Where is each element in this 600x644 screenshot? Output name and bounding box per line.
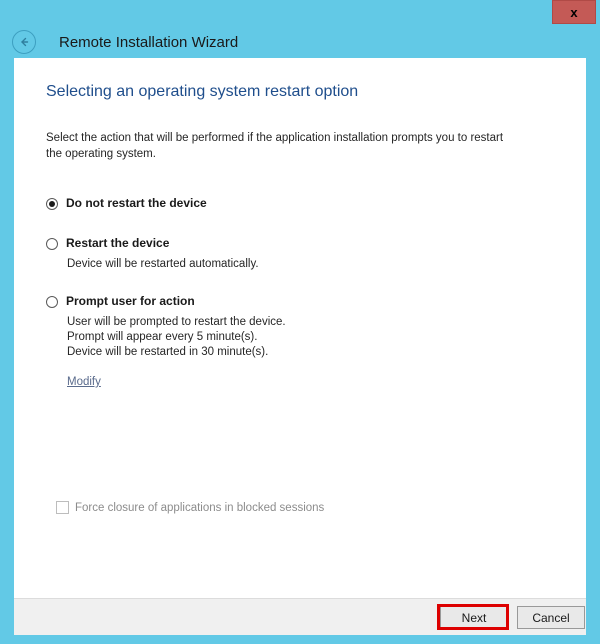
checkbox-icon-force-closure[interactable] xyxy=(56,501,69,514)
force-closure-label: Force closure of applications in blocked… xyxy=(75,501,325,514)
option-prompt-user[interactable]: Prompt user for action User will be prom… xyxy=(46,294,526,390)
option-label-do-not-restart: Do not restart the device xyxy=(66,196,207,210)
instruction-text: Select the action that will be performed… xyxy=(46,132,504,160)
content-panel: Selecting an operating system restart op… xyxy=(14,58,586,598)
radio-icon-prompt-user[interactable] xyxy=(46,296,58,308)
description-line: Device will be restarted in 30 minute(s)… xyxy=(67,346,269,358)
close-button[interactable]: x xyxy=(552,0,596,24)
option-label-prompt-user: Prompt user for action xyxy=(66,294,195,308)
option-do-not-restart[interactable]: Do not restart the device xyxy=(46,196,526,211)
option-label-restart-device: Restart the device xyxy=(66,236,170,250)
window-title: Remote Installation Wizard xyxy=(59,33,239,51)
wizard-window: x Remote Installation Wizard Selecting a… xyxy=(0,0,600,644)
footer-bar: Next Cancel xyxy=(14,598,586,635)
force-closure-row[interactable]: Force closure of applications in blocked… xyxy=(56,501,324,514)
option-restart-device[interactable]: Restart the device Device will be restar… xyxy=(46,236,526,272)
page-title: Selecting an operating system restart op… xyxy=(46,83,359,100)
description-line: Device will be restarted automatically. xyxy=(67,258,259,270)
radio-icon-do-not-restart[interactable] xyxy=(46,198,58,210)
description-line: User will be prompted to restart the dev… xyxy=(67,316,286,328)
next-button[interactable]: Next xyxy=(440,606,508,629)
cancel-button[interactable]: Cancel xyxy=(517,606,585,629)
close-icon: x xyxy=(570,4,578,20)
modify-link[interactable]: Modify xyxy=(67,376,101,388)
back-arrow-icon[interactable] xyxy=(12,30,36,54)
radio-icon-restart-device[interactable] xyxy=(46,238,58,250)
option-description-restart-device: Device will be restarted automatically. xyxy=(67,257,526,272)
restart-options-group: Do not restart the device Restart the de… xyxy=(46,196,526,390)
description-line: Prompt will appear every 5 minute(s). xyxy=(67,331,258,343)
title-bar: Remote Installation Wizard xyxy=(0,26,600,58)
option-description-prompt-user: User will be prompted to restart the dev… xyxy=(67,315,526,360)
